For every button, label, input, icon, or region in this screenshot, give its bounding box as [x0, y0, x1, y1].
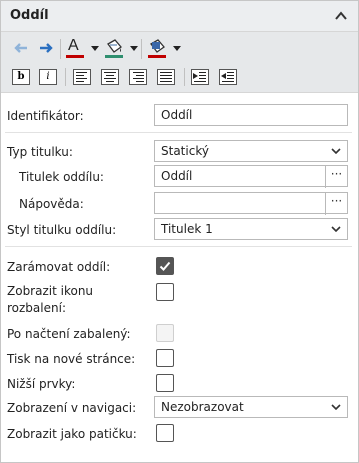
- fill-color-button[interactable]: [103, 39, 125, 61]
- collapsed-on-load-label: Po načtení zabalený:: [7, 327, 131, 341]
- chevron-down-icon: [331, 148, 341, 154]
- section-title-input[interactable]: Oddíl ···: [154, 165, 348, 188]
- align-center-icon[interactable]: [101, 69, 119, 85]
- indent-icon[interactable]: [191, 69, 209, 85]
- toolbar-separator: [65, 68, 66, 86]
- outdent-icon[interactable]: [219, 69, 237, 85]
- title-type-label: Typ titulku:: [7, 145, 73, 159]
- checkmark-icon: [159, 261, 171, 271]
- show-expand-icon-label-line2: rozbalení:: [7, 301, 66, 315]
- title-style-select[interactable]: Titulek 1: [154, 218, 348, 240]
- print-new-page-checkbox[interactable]: [156, 349, 174, 367]
- redo-arrow-right-icon[interactable]: [39, 42, 53, 54]
- toolbar-separator: [141, 39, 142, 59]
- title-type-value: Statický: [161, 144, 209, 158]
- help-label: Nápověda:: [19, 197, 84, 211]
- section-title-label: Titulek oddílu:: [19, 170, 104, 184]
- frame-section-checkbox[interactable]: [156, 257, 174, 275]
- show-expand-icon-label-line1: Zobrazit ikonu: [7, 284, 94, 298]
- section-divider: [5, 246, 352, 247]
- fill-color-dropdown-icon[interactable]: [130, 46, 138, 51]
- bold-button[interactable]: b: [12, 69, 30, 85]
- identifier-input[interactable]: Oddíl: [154, 104, 348, 126]
- section-properties-panel: Oddíl A b i Identifikátor: Oddíl Typ tit…: [0, 0, 359, 463]
- chevron-up-icon[interactable]: [334, 9, 348, 23]
- section-title-value: Oddíl: [161, 169, 193, 183]
- align-justify-icon[interactable]: [157, 69, 175, 85]
- title-style-value: Titulek 1: [161, 222, 213, 236]
- lower-items-label: Nižší prvky:: [7, 377, 76, 391]
- undo-arrow-left-icon[interactable]: [14, 42, 28, 54]
- collapsed-on-load-checkbox[interactable]: [156, 324, 174, 342]
- title-type-select[interactable]: Statický: [154, 140, 348, 162]
- nav-display-value: Nezobrazovat: [161, 400, 244, 414]
- italic-button[interactable]: i: [39, 69, 57, 85]
- font-color-a-icon: A: [68, 37, 79, 54]
- chevron-down-icon: [331, 404, 341, 410]
- section-divider: [5, 132, 352, 133]
- title-style-label: Styl titulku oddílu:: [7, 223, 117, 237]
- lower-items-checkbox[interactable]: [156, 374, 174, 392]
- border-color-button[interactable]: [146, 39, 168, 61]
- toolbar-separator: [60, 39, 61, 59]
- show-as-footer-label: Zobrazit jako patičku:: [7, 427, 137, 441]
- frame-section-label: Zarámovat oddíl:: [7, 260, 111, 274]
- font-color-dropdown-icon[interactable]: [91, 46, 99, 51]
- show-expand-icon-checkbox[interactable]: [156, 283, 174, 301]
- help-more-button[interactable]: ···: [325, 193, 347, 215]
- formatting-toolbar: A b i: [1, 32, 358, 93]
- border-color-dropdown-icon[interactable]: [173, 46, 181, 51]
- chevron-down-icon: [331, 226, 341, 232]
- print-new-page-label: Tisk na nové stránce:: [7, 352, 136, 366]
- section-title-more-button[interactable]: ···: [325, 166, 347, 188]
- align-left-icon[interactable]: [73, 69, 91, 85]
- nav-display-select[interactable]: Nezobrazovat: [154, 396, 348, 418]
- paint-bucket-icon: [105, 39, 123, 58]
- align-right-icon[interactable]: [129, 69, 147, 85]
- font-color-swatch: [66, 55, 84, 58]
- toolbar-separator: [184, 68, 185, 86]
- border-paint-icon: [148, 39, 166, 58]
- show-as-footer-checkbox[interactable]: [156, 424, 174, 442]
- nav-display-label: Zobrazení v navigaci:: [7, 401, 137, 415]
- panel-header: Oddíl: [1, 1, 358, 32]
- panel-title: Oddíl: [10, 8, 49, 23]
- help-input[interactable]: ···: [154, 192, 348, 215]
- identifier-label: Identifikátor:: [7, 109, 84, 123]
- font-color-button[interactable]: A: [65, 37, 87, 59]
